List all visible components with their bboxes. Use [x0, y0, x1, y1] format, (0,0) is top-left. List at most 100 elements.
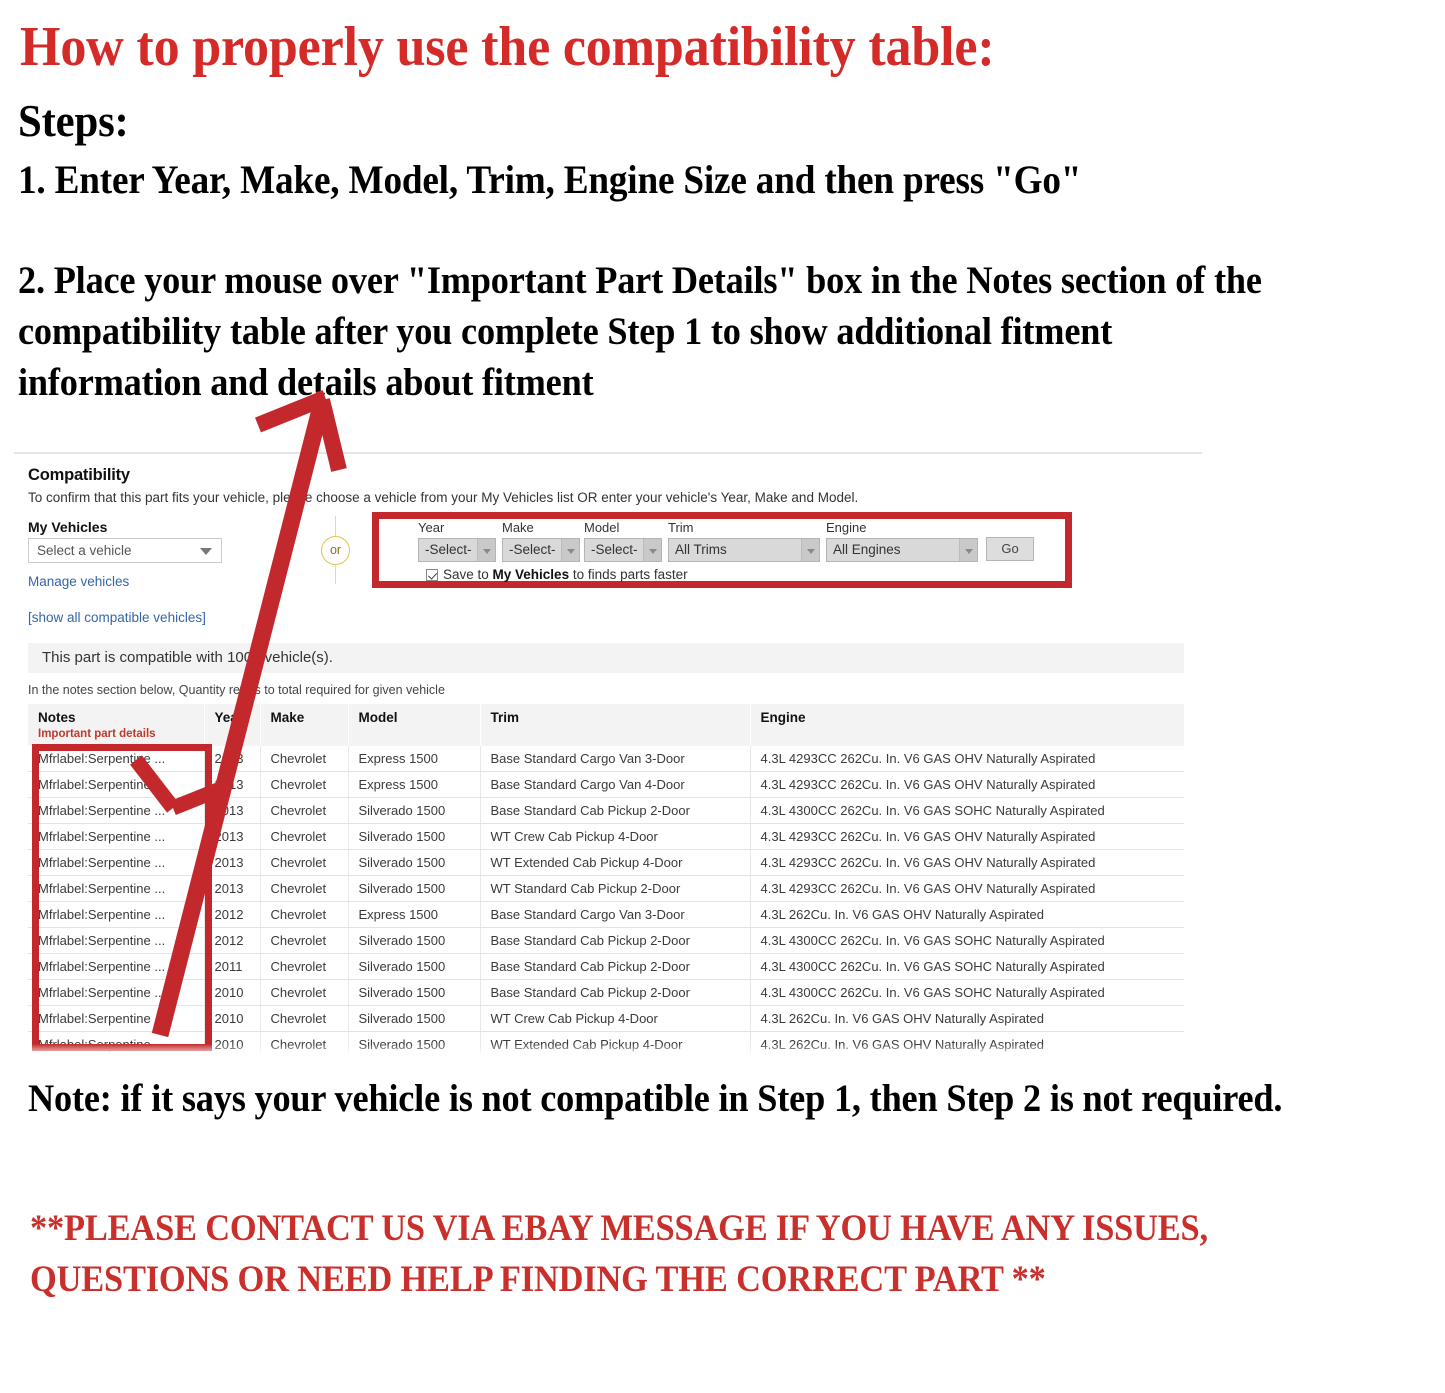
vehicle-select-dropdown[interactable]: Select a vehicle — [28, 538, 222, 563]
cell-model: Silverado 1500 — [348, 927, 481, 954]
table-row: Mfrlabel:Serpentine ... 2013 Chevrolet Silv… — [28, 823, 1184, 850]
quantity-note: In the notes section below, Quantity ref… — [28, 683, 445, 697]
cell-engine: 4.3L 4293CC 262Cu. In. V6 GAS OHV Natura… — [750, 823, 1184, 850]
chevron-down-icon — [561, 539, 579, 561]
cell-year: 2011 — [204, 953, 261, 980]
table-header-row: Notes Important part details Year Make M… — [28, 704, 1185, 746]
step-2-text: 2. Place your mouse over "Important Part… — [18, 259, 1262, 404]
my-vehicles-label: My Vehicles — [28, 519, 108, 535]
column-header-model: Model — [348, 704, 481, 746]
cell-make: Chevrolet — [260, 797, 349, 824]
vehicle-select-value: Select a vehicle — [37, 543, 132, 558]
model-select[interactable]: -Select- — [584, 538, 662, 562]
save-checkbox[interactable] — [426, 569, 438, 581]
cell-notes[interactable]: Mfrlabel:Serpentine ... — [28, 1031, 205, 1058]
cell-engine: 4.3L 4293CC 262Cu. In. V6 GAS OHV Natura… — [750, 771, 1184, 798]
table-row: Mfrlabel:Serpentine ...2010ChevroletSilv… — [28, 1005, 1184, 1032]
cell-make: Chevrolet — [260, 823, 349, 850]
cell-trim: Base Standard Cab Pickup 2-Door — [480, 953, 751, 980]
cell-trim: WT Crew Cab Pickup 4-Door — [480, 1005, 751, 1032]
cell-year: 2013 — [204, 823, 261, 850]
cell-trim: WT Standard Cab Pickup 2-Door — [480, 1057, 751, 1060]
save-prefix-text: Save to — [443, 567, 493, 582]
cell-make: Chevrolet — [260, 849, 349, 876]
cell-engine: 4.3L 262Cu. In. V6 GAS OHV Naturally Asp… — [750, 901, 1184, 928]
column-header-trim: Trim — [480, 704, 751, 746]
cell-year: 2012 — [204, 927, 261, 954]
table-row: Mfrlabel:Serpentine ...2010ChevroletSilv… — [28, 979, 1184, 1006]
steps-label: Steps: — [18, 95, 129, 146]
cell-model: Silverado 1500 — [348, 1005, 481, 1032]
cell-notes[interactable]: Mfrlabel:Serpentine ... — [28, 953, 205, 980]
contact-text: **PLEASE CONTACT US VIA EBAY MESSAGE IF … — [30, 1208, 1208, 1300]
cell-notes[interactable]: Mfrlabel:Serpentine ... — [28, 823, 205, 850]
cell-notes[interactable]: Mfrlabel:Serpentine ... — [28, 746, 205, 772]
cell-trim: WT Standard Cab Pickup 2-Door — [480, 875, 751, 902]
table-row: Mfrlabel:Serpentine ... 2013 Chevrolet Expr… — [28, 746, 1184, 772]
cell-make: Chevrolet — [260, 927, 349, 954]
engine-select[interactable]: All Engines — [826, 538, 978, 562]
year-select[interactable]: -Select- — [418, 538, 496, 562]
cell-trim: WT Crew Cab Pickup 4-Door — [480, 823, 751, 850]
chevron-down-icon — [801, 539, 819, 561]
trim-label: Trim — [668, 520, 694, 535]
manage-vehicles-link[interactable]: Manage vehicles — [28, 574, 129, 589]
table-row: Mfrlabel:Serpentine ...2010ChevroletSilv… — [28, 1057, 1184, 1060]
or-divider: or — [314, 516, 358, 584]
year-value: -Select- — [425, 542, 472, 557]
cell-notes[interactable]: Mfrlabel:Serpentine ... — [28, 979, 205, 1006]
cell-engine: 4.3L 4300CC 262Cu. In. V6 GAS SOHC Natur… — [750, 979, 1184, 1006]
cell-engine: 4.3L 4293CC 262Cu. In. V6 GAS OHV Natura… — [750, 849, 1184, 876]
cell-trim: Base Standard Cargo Van 3-Door — [480, 746, 751, 772]
cell-make: Chevrolet — [260, 1031, 349, 1058]
trim-field: Trim All Trims — [668, 520, 820, 562]
cell-trim: Base Standard Cargo Van 4-Door — [480, 771, 751, 798]
cell-notes[interactable]: Mfrlabel:Serpentine ... — [28, 875, 205, 902]
cell-year: 2013 — [204, 875, 261, 902]
compatible-count-banner: This part is compatible with 1000 vehicl… — [28, 643, 1184, 673]
cell-make: Chevrolet — [260, 979, 349, 1006]
cell-notes[interactable]: Mfrlabel:Serpentine ... — [28, 927, 205, 954]
cell-notes[interactable]: Mfrlabel:Serpentine ... — [28, 901, 205, 928]
cell-notes[interactable]: Mfrlabel:Serpentine ... — [28, 797, 205, 824]
column-header-year: Year — [204, 704, 261, 746]
chevron-down-icon — [643, 539, 661, 561]
cell-model: Silverado 1500 — [348, 979, 481, 1006]
cell-engine: 4.3L 4300CC 262Cu. In. V6 GAS SOHC Natur… — [750, 927, 1184, 954]
cell-engine: 4.3L 4293CC 262Cu. In. V6 GAS OHV Natura… — [750, 746, 1184, 772]
cell-year: 2010 — [204, 1005, 261, 1032]
cell-year: 2010 — [204, 979, 261, 1006]
cell-model: Silverado 1500 — [348, 823, 481, 850]
cell-year: 2013 — [204, 797, 261, 824]
go-button[interactable]: Go — [986, 537, 1034, 561]
trim-select[interactable]: All Trims — [668, 538, 820, 562]
chevron-down-icon — [200, 548, 212, 555]
cell-year: 2013 — [204, 849, 261, 876]
compatibility-heading: Compatibility — [28, 466, 130, 484]
cell-year: 2013 — [204, 771, 261, 798]
table-row: Mfrlabel:Serpentine ... 2012 Chevrolet Expr… — [28, 901, 1184, 928]
year-label: Year — [418, 520, 445, 535]
cell-notes[interactable]: Mfrlabel:Serpentine ... — [28, 1057, 205, 1060]
column-header-notes: Notes Important part details — [28, 704, 205, 746]
table-row: Mfrlabel:Serpentine ... 2011 Chevrolet Silv… — [28, 953, 1184, 980]
page-title: How to properly use the compatibility ta… — [20, 16, 995, 78]
make-select[interactable]: -Select- — [502, 538, 580, 562]
important-part-details-label[interactable]: Important part details — [38, 728, 204, 740]
cell-make: Chevrolet — [260, 1057, 349, 1060]
cell-model: Silverado 1500 — [348, 797, 481, 824]
engine-value: All Engines — [833, 542, 901, 557]
save-to-my-vehicles-row[interactable]: Save to My Vehicles to finds parts faste… — [426, 567, 688, 582]
fitment-table: Notes Important part details Year Make M… — [28, 704, 1185, 1060]
compatibility-panel: Compatibility To confirm that this part … — [14, 452, 1202, 1060]
table-row: Mfrlabel:Serpentine ... 2013 Chevrolet Silv… — [28, 875, 1184, 902]
cell-make: Chevrolet — [260, 746, 349, 772]
show-all-compatible-vehicles-link[interactable]: [show all compatible vehicles] — [28, 610, 206, 625]
cell-model: Express 1500 — [348, 901, 481, 928]
cell-trim: WT Extended Cab Pickup 4-Door — [480, 1031, 751, 1058]
save-suffix-text: to finds parts faster — [569, 567, 688, 582]
cell-notes[interactable]: Mfrlabel:Serpentine ... — [28, 849, 205, 876]
cell-notes[interactable]: Mfrlabel:Serpentine ... — [28, 771, 205, 798]
year-field: Year -Select- — [418, 520, 496, 562]
cell-notes[interactable]: Mfrlabel:Serpentine ... — [28, 1005, 205, 1032]
